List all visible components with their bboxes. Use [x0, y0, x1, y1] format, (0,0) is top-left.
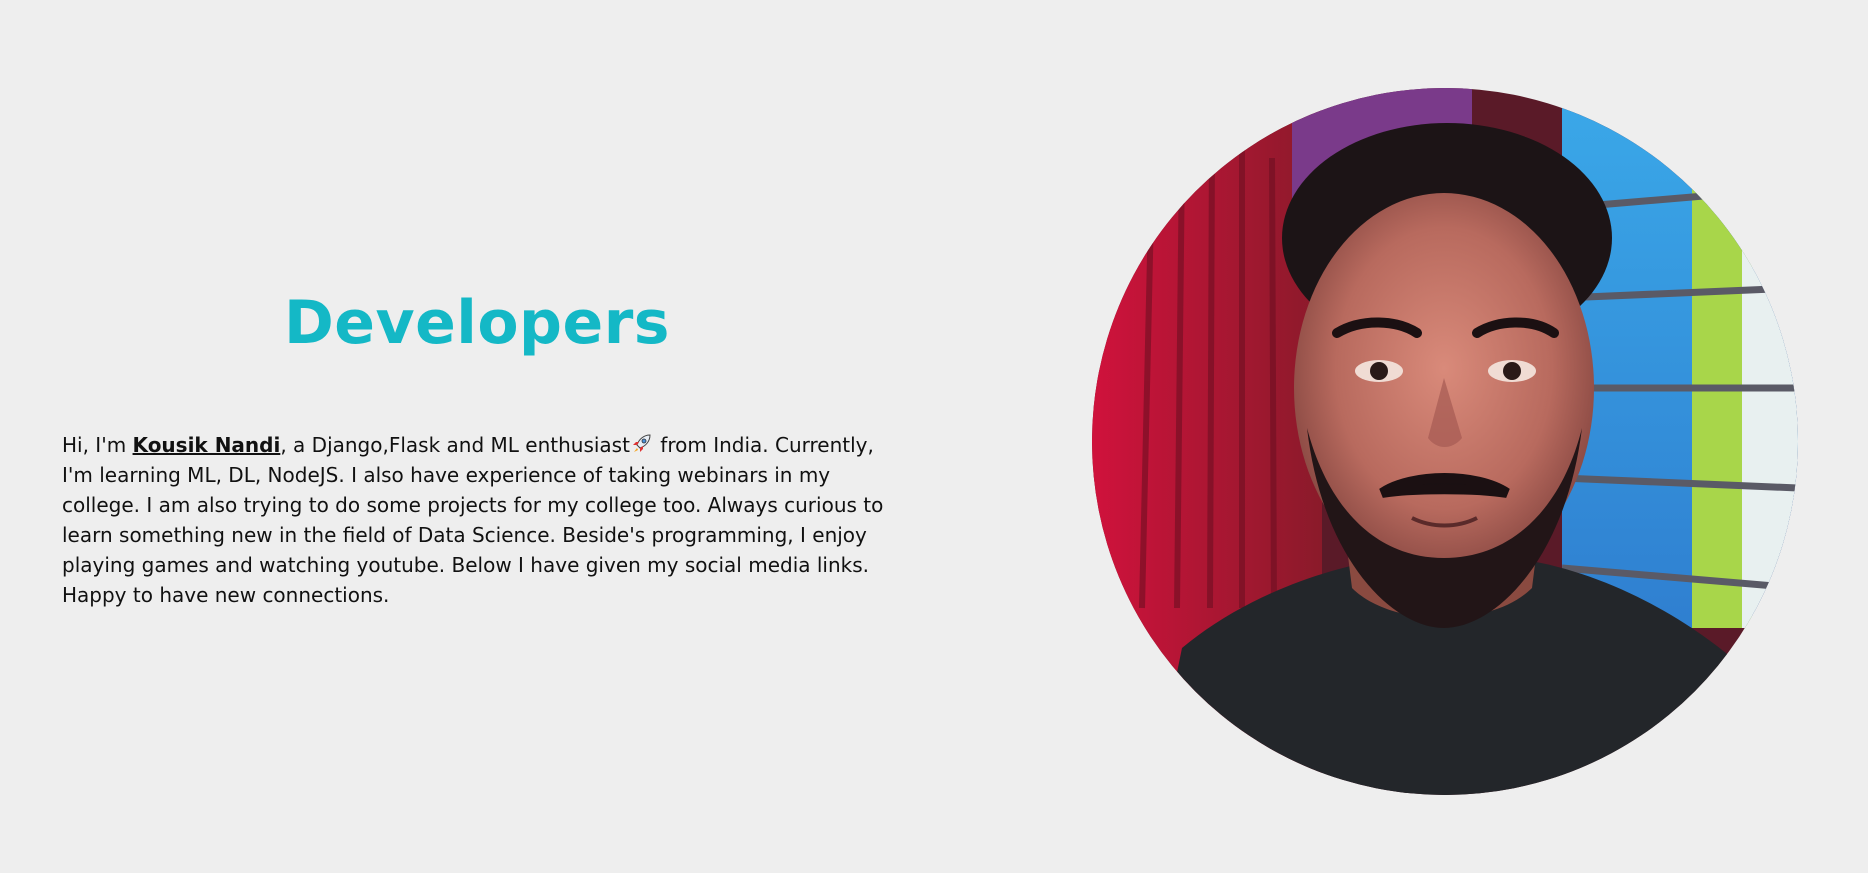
developers-section: Developers Hi, I'm Kousik Nandi, a Djang…: [0, 0, 1868, 873]
bio-after-name: , a Django,Flask and ML enthusiast: [280, 433, 630, 457]
bio-intro: Hi, I'm: [62, 433, 133, 457]
developer-photo: [1092, 88, 1798, 795]
section-title: Developers: [283, 288, 671, 358]
developer-bio: Hi, I'm Kousik Nandi, a Django,Flask and…: [62, 430, 892, 610]
bio-rest: from India. Currently, I'm learning ML, …: [62, 433, 884, 607]
developer-name-link[interactable]: Kousik Nandi: [133, 433, 281, 457]
rocket-icon: [630, 433, 654, 455]
